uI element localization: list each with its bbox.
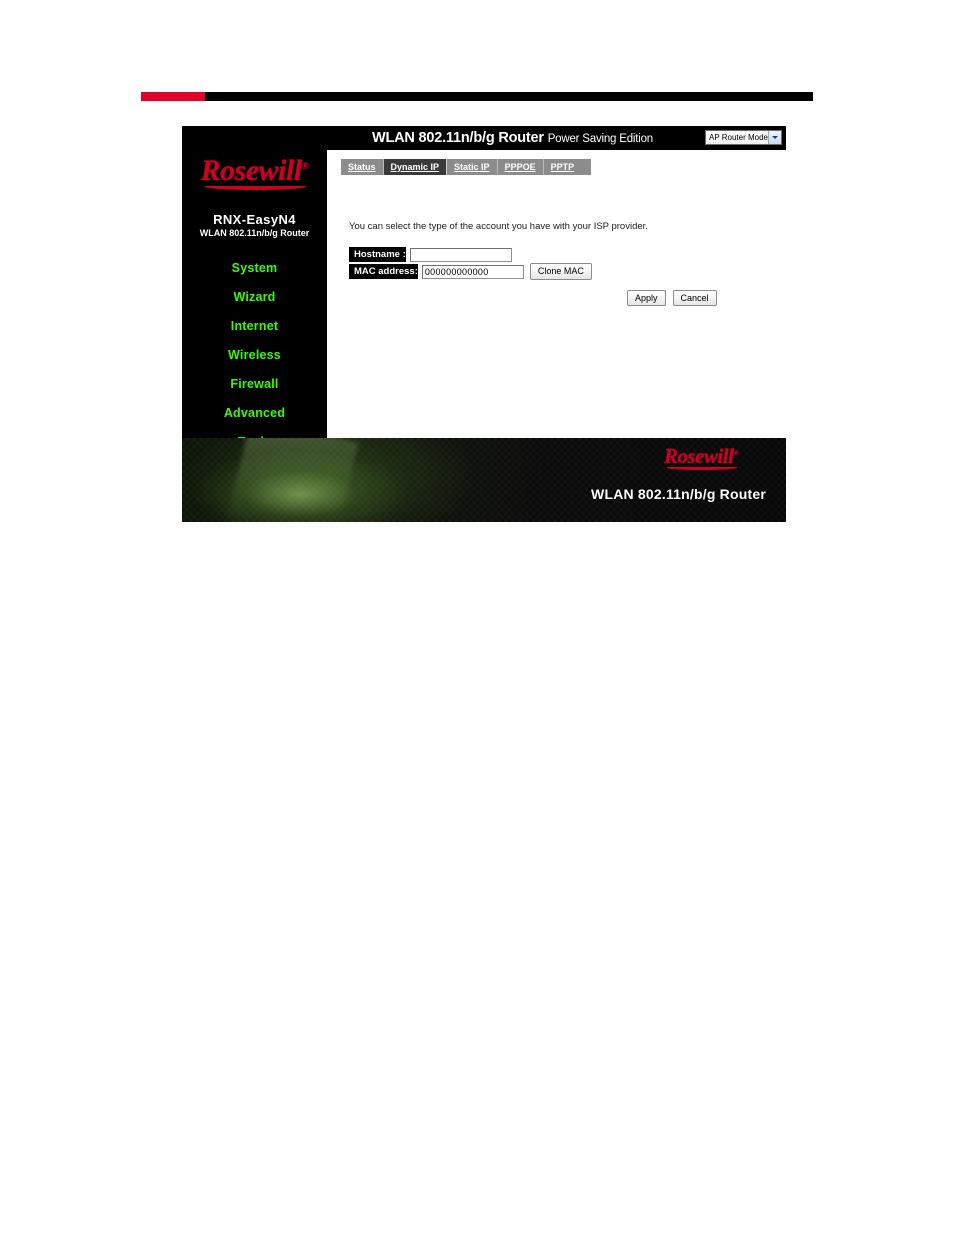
tab-pppoe[interactable]: PPPOE bbox=[497, 159, 544, 175]
form-actions: Apply Cancel bbox=[627, 290, 717, 306]
operation-mode-select[interactable]: AP Router Mode bbox=[705, 130, 782, 145]
rosewill-logo-footer-text: Rosewill bbox=[663, 444, 734, 468]
mac-address-label: MAC address: bbox=[349, 264, 418, 279]
router-title-sub: Power Saving Edition bbox=[547, 133, 654, 145]
page-description: You can select the type of the account y… bbox=[349, 221, 648, 232]
tab-static-ip[interactable]: Static IP bbox=[447, 159, 498, 175]
tab-bar: Status Dynamic IP Static IP PPPOE PPTP bbox=[341, 159, 592, 175]
footer-brand-logo: Rosewill® bbox=[663, 444, 738, 470]
cancel-button[interactable]: Cancel bbox=[672, 290, 717, 306]
device-model-name: RNX-EasyN4 bbox=[213, 212, 296, 227]
rosewill-logo-text: Rosewill bbox=[200, 154, 303, 187]
rosewill-logo-footer: Rosewill® bbox=[663, 444, 738, 470]
sidebar-item-system[interactable]: System bbox=[182, 254, 327, 283]
clone-mac-button[interactable]: Clone MAC bbox=[529, 263, 592, 280]
router-title: WLAN 802.11n/b/g Router Power Saving Edi… bbox=[372, 130, 653, 146]
mac-address-input[interactable] bbox=[421, 264, 524, 279]
chevron-down-icon[interactable] bbox=[768, 131, 781, 144]
router-title-main: WLAN 802.11n/b/g Router bbox=[372, 130, 544, 146]
sidebar-item-advanced[interactable]: Advanced bbox=[182, 399, 327, 428]
footer-product-name: WLAN 802.11n/b/g Router bbox=[591, 486, 766, 502]
apply-button[interactable]: Apply bbox=[627, 290, 666, 306]
page-header-rule bbox=[141, 92, 813, 101]
rosewill-logo-swoosh bbox=[204, 186, 307, 191]
sidebar-item-wizard[interactable]: Wizard bbox=[182, 283, 327, 312]
rosewill-logo-tm: ® bbox=[301, 161, 309, 172]
tab-pptp[interactable]: PPTP bbox=[543, 159, 582, 175]
hostname-input[interactable] bbox=[409, 247, 512, 262]
sidebar-item-internet[interactable]: Internet bbox=[182, 312, 327, 341]
sidebar: Rosewill® RNX-EasyN4 WLAN 802.11n/b/g Ro… bbox=[182, 150, 327, 462]
device-model-subtitle: WLAN 802.11n/b/g Router bbox=[199, 228, 310, 238]
hostname-label: Hostname : bbox=[349, 247, 406, 262]
sidebar-menu: System Wizard Internet Wireless Firewall… bbox=[182, 254, 327, 457]
router-header-bar: WLAN 802.11n/b/g Router Power Saving Edi… bbox=[182, 126, 786, 150]
footer-banner: Rosewill® WLAN 802.11n/b/g Router bbox=[182, 438, 786, 522]
tab-status[interactable]: Status bbox=[341, 159, 384, 175]
footer-light-streak bbox=[225, 438, 359, 522]
rosewill-logo: Rosewill® bbox=[200, 154, 309, 191]
sidebar-brand-logo: Rosewill® bbox=[182, 156, 327, 198]
sidebar-item-wireless[interactable]: Wireless bbox=[182, 341, 327, 370]
sidebar-item-firewall[interactable]: Firewall bbox=[182, 370, 327, 399]
router-admin-screenshot: WLAN 802.11n/b/g Router Power Saving Edi… bbox=[182, 126, 786, 522]
page-header-rule-accent bbox=[141, 92, 205, 101]
tab-dynamic-ip[interactable]: Dynamic IP bbox=[383, 159, 448, 175]
operation-mode-value: AP Router Mode bbox=[709, 133, 768, 142]
content-panel: Status Dynamic IP Static IP PPPOE PPTP Y… bbox=[327, 150, 786, 462]
rosewill-logo-footer-tm: ® bbox=[733, 450, 738, 457]
